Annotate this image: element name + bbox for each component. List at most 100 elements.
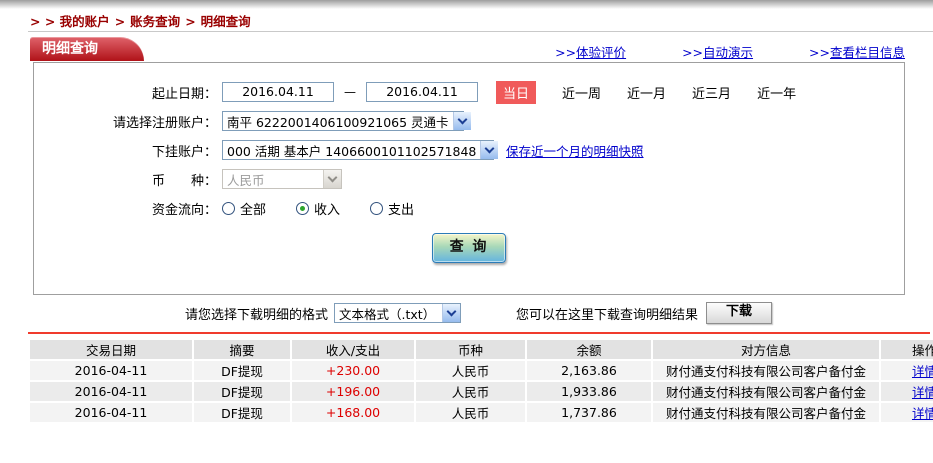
- cell-amount: +196.00: [292, 382, 414, 401]
- table-row: 2016-04-11 DF提现 +196.00 人民币 1,933.86 财付通支付科技有…: [30, 382, 933, 401]
- cell-currency: 人民币: [416, 382, 525, 401]
- registered-account-select[interactable]: 南平 6222001406100921065 灵通卡: [222, 111, 471, 131]
- radio-icon: [222, 201, 235, 215]
- date-range-content: 2016.04.11 — 2016.04.11 当日 近一周 近一月 近三月 近…: [222, 80, 796, 104]
- range-last-year[interactable]: 近一年: [757, 83, 796, 102]
- cell-balance: 2,163.86: [527, 361, 651, 380]
- top-gradient-bar: [0, 0, 933, 9]
- cell-amount: +230.00: [292, 361, 414, 380]
- currency-label: 币 种：: [151, 173, 217, 189]
- table-row: 2016-04-11 DF提现 +230.00 人民币 2,163.86 财付通支付科技有…: [30, 361, 933, 380]
- table-header-row: 交易日期 摘要 收入/支出 币种 余额 对方信息 操作: [30, 340, 933, 359]
- link-auto-demo[interactable]: >>自动演示: [682, 42, 753, 61]
- cell-summary: DF提现: [194, 361, 290, 380]
- chevron-down-icon: [452, 112, 471, 130]
- link-label: 自动演示: [703, 45, 754, 60]
- cell-action: 详情: [881, 403, 933, 422]
- link-experience-rating[interactable]: >>体验评价: [555, 42, 626, 61]
- link-label: 查看栏目信息: [829, 45, 905, 60]
- cell-currency: 人民币: [416, 403, 525, 422]
- flow-option-all[interactable]: 全部: [222, 199, 266, 218]
- chevron-glyph: [457, 114, 468, 125]
- flow-label: 资金流向：: [151, 202, 217, 218]
- link-label: 体验评价: [576, 45, 627, 60]
- date-range-row: 起止日期： 2016.04.11 — 2016.04.11 当日 近一周 近一月…: [34, 80, 904, 104]
- flow-option-expense[interactable]: 支出: [370, 199, 414, 218]
- currency-select: 人民币: [222, 169, 342, 189]
- link-prefix: >>: [809, 45, 830, 60]
- radio-label: 全部: [240, 202, 267, 218]
- radio-icon: [296, 201, 310, 215]
- link-view-column-info[interactable]: >>查看栏目信息: [809, 42, 905, 61]
- cell-date: 2016-04-11: [30, 361, 192, 380]
- cell-balance: 1,933.86: [527, 382, 651, 401]
- download-row: 请您选择下载明细的格式 文本格式（.txt） 您可以在这里下载查询明细结果 下载: [0, 302, 933, 324]
- sub-account-content: 000 活期 基本户 1406600101102571848 保存近一个月的明细…: [222, 140, 644, 160]
- chevron-glyph: [327, 172, 338, 183]
- cell-date: 2016-04-11: [30, 382, 192, 401]
- download-format-select[interactable]: 文本格式（.txt）: [334, 303, 462, 323]
- transactions-table-body: 2016-04-11 DF提现 +230.00 人民币 2,163.86 财付通支付科技有…: [30, 361, 933, 422]
- cell-counterparty: 财付通支付科技有限公司客户备付金: [653, 382, 879, 401]
- sub-account-label: 下挂账户：: [151, 144, 217, 160]
- radio-label: 收入: [314, 202, 341, 218]
- cell-action: 详情: [881, 382, 933, 401]
- radio-icon: [370, 201, 384, 215]
- currency-content: 人民币: [222, 169, 342, 189]
- column-header: 收入/支出: [292, 340, 414, 359]
- sub-account-select[interactable]: 000 活期 基本户 1406600101102571848: [222, 140, 499, 160]
- query-button[interactable]: 查 询: [432, 233, 506, 263]
- detail-link[interactable]: 详情: [912, 406, 933, 421]
- flow-content: 全部 收入 支出: [222, 199, 444, 218]
- breadcrumb-prefix: > >: [30, 14, 56, 29]
- chevron-down-icon: [323, 170, 341, 188]
- download-format-value: 文本格式（.txt）: [339, 306, 436, 322]
- download-format-label: 请您选择下载明细的格式: [185, 307, 329, 323]
- link-prefix: >>: [555, 45, 577, 60]
- table-divider: [28, 332, 930, 334]
- breadcrumb-separator: >: [185, 14, 196, 29]
- date-to-input[interactable]: 2016.04.11: [366, 82, 478, 102]
- radio-label: 支出: [388, 202, 415, 218]
- detail-link[interactable]: 详情: [912, 364, 933, 379]
- breadcrumb-item-detail-query[interactable]: 明细查询: [201, 14, 251, 29]
- today-button[interactable]: 当日: [496, 80, 537, 104]
- range-last-month[interactable]: 近一月: [627, 83, 666, 102]
- cell-currency: 人民币: [416, 361, 525, 380]
- top-links: >>体验评价 >>自动演示 >>查看栏目信息: [555, 42, 905, 61]
- breadcrumb: > > 我的账户 > 账务查询 > 明细查询: [30, 11, 251, 30]
- registered-account-label: 请选择注册账户：: [112, 115, 217, 131]
- flow-row: 资金流向： 全部 收入 支出: [34, 197, 904, 219]
- chevron-down-icon: [480, 141, 499, 159]
- snapshot-link[interactable]: 保存近一个月的明细快照: [506, 141, 644, 160]
- cell-action: 详情: [881, 361, 933, 380]
- cell-balance: 1,737.86: [527, 403, 651, 422]
- range-last-week[interactable]: 近一周: [562, 83, 601, 102]
- range-last-3-months[interactable]: 近三月: [692, 83, 731, 102]
- currency-row: 币 种： 人民币: [34, 168, 904, 190]
- cell-summary: DF提现: [194, 382, 290, 401]
- sub-account-value: 000 活期 基本户 1406600101102571848: [227, 143, 477, 159]
- registered-account-value: 南平 6222001406100921065 灵通卡: [227, 114, 449, 130]
- currency-value: 人民币: [227, 172, 265, 188]
- flow-option-income[interactable]: 收入: [296, 199, 340, 218]
- table-row: 2016-04-11 DF提现 +168.00 人民币 1,737.86 财付通支付科技有…: [30, 403, 933, 422]
- cell-amount: +168.00: [292, 403, 414, 422]
- breadcrumb-item-my-account[interactable]: 我的账户: [60, 14, 110, 29]
- breadcrumb-divider: [28, 31, 933, 32]
- sub-account-row: 下挂账户： 000 活期 基本户 1406600101102571848 保存近…: [34, 139, 904, 161]
- transactions-table: 交易日期 摘要 收入/支出 币种 余额 对方信息 操作 2016-04-11 DF提现 +230…: [28, 338, 933, 424]
- date-range-dash: —: [344, 85, 356, 99]
- column-header: 交易日期: [30, 340, 192, 359]
- column-header: 操作: [881, 340, 933, 359]
- tab-title: 明细查询: [42, 41, 98, 57]
- chevron-down-icon: [442, 304, 461, 322]
- detail-link[interactable]: 详情: [912, 385, 933, 400]
- column-header: 币种: [416, 340, 525, 359]
- date-from-input[interactable]: 2016.04.11: [222, 82, 334, 102]
- tab-detail-query[interactable]: 明细查询: [30, 37, 144, 61]
- download-hint: 您可以在这里下载查询明细结果: [516, 307, 699, 323]
- breadcrumb-item-account-query[interactable]: 账务查询: [130, 14, 180, 29]
- breadcrumb-separator: >: [114, 14, 126, 29]
- download-button[interactable]: 下载: [706, 302, 773, 324]
